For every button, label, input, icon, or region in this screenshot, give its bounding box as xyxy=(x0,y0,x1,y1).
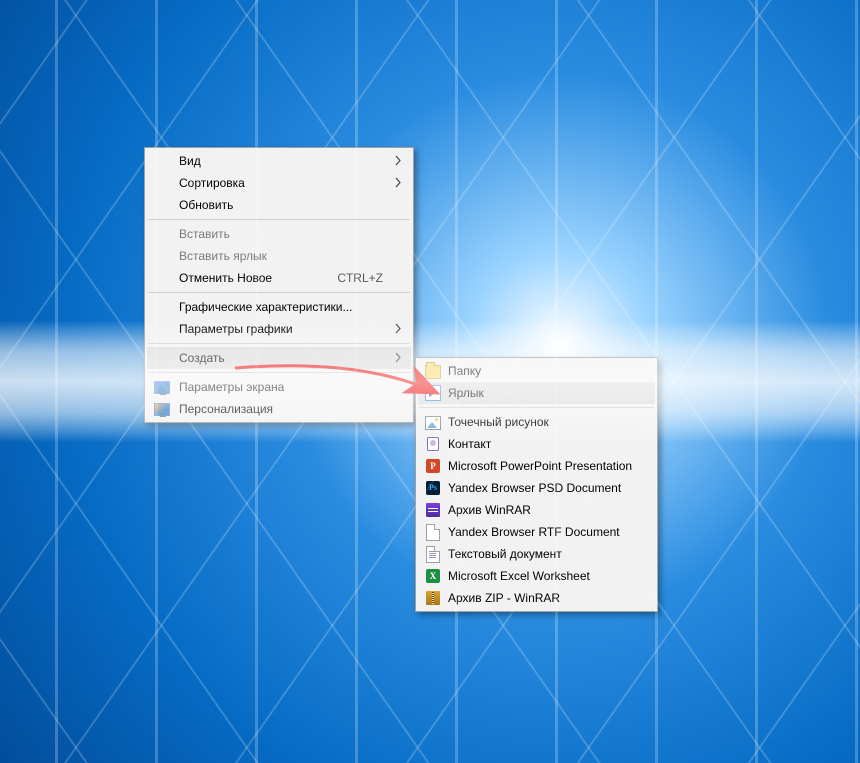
menu-item-label: Папку xyxy=(448,364,481,378)
contact-icon xyxy=(425,436,441,452)
submenu-item[interactable]: Текстовый документ xyxy=(418,543,655,565)
txt-icon xyxy=(425,546,441,562)
menu-item-label: Персонализация xyxy=(179,402,273,416)
menu-item-label: Microsoft PowerPoint Presentation xyxy=(448,459,632,473)
menu-item-label: Параметры графики xyxy=(179,322,293,336)
create-submenu: Папку Ярлык Точечный рисунок Контакт Microso… xyxy=(415,357,658,612)
contextMenu-item[interactable]: Отменить Новое CTRL+Z xyxy=(147,267,411,289)
submenu-item[interactable]: Архив WinRAR xyxy=(418,499,655,521)
menu-separator xyxy=(419,407,654,408)
submenu-item[interactable]: Папку xyxy=(418,360,655,382)
menu-item-label: Точечный рисунок xyxy=(448,415,549,429)
submenu-item[interactable]: Контакт xyxy=(418,433,655,455)
desktop-background[interactable]: Вид Сортировка Обновить Вставить Вставить яр… xyxy=(0,0,860,763)
ppt-icon xyxy=(425,458,441,474)
submenu-arrow-icon xyxy=(395,177,401,189)
contextMenu-item[interactable]: Параметры графики xyxy=(147,318,411,340)
submenu-item[interactable]: Ярлык xyxy=(418,382,655,404)
contextMenu-item[interactable]: Обновить xyxy=(147,194,411,216)
psd-icon xyxy=(425,480,441,496)
folder-icon xyxy=(425,363,441,379)
rar-icon xyxy=(425,502,441,518)
submenu-item[interactable]: Microsoft PowerPoint Presentation xyxy=(418,455,655,477)
contextMenu-item[interactable]: Сортировка xyxy=(147,172,411,194)
menu-item-label: Сортировка xyxy=(179,176,245,190)
submenu-item[interactable]: Microsoft Excel Worksheet xyxy=(418,565,655,587)
menu-item-label: Контакт xyxy=(448,437,491,451)
contextMenu-item[interactable]: Создать xyxy=(147,347,411,369)
menu-item-label: Microsoft Excel Worksheet xyxy=(448,569,590,583)
contextMenu-item[interactable]: Вид xyxy=(147,150,411,172)
menu-item-label: Вставить ярлык xyxy=(179,249,267,263)
submenu-arrow-icon xyxy=(395,323,401,335)
contextMenu-item: Вставить ярлык xyxy=(147,245,411,267)
menu-separator xyxy=(148,292,410,293)
menu-item-label: Создать xyxy=(179,351,225,365)
menu-item-shortcut: CTRL+Z xyxy=(337,271,383,285)
menu-item-label: Обновить xyxy=(179,198,233,212)
contextMenu-item[interactable]: Параметры экрана xyxy=(147,376,411,398)
menu-item-label: Архив ZIP - WinRAR xyxy=(448,591,560,605)
shortcut-icon xyxy=(425,385,441,401)
contextMenu-item[interactable]: Персонализация xyxy=(147,398,411,420)
menu-item-label: Вид xyxy=(179,154,201,168)
submenu-arrow-icon xyxy=(395,352,401,364)
submenu-item[interactable]: Архив ZIP - WinRAR xyxy=(418,587,655,609)
monitor-icon xyxy=(154,379,170,395)
xls-icon xyxy=(425,568,441,584)
submenu-item[interactable]: Yandex Browser PSD Document xyxy=(418,477,655,499)
menu-item-label: Ярлык xyxy=(448,386,484,400)
submenu-item[interactable]: Yandex Browser RTF Document xyxy=(418,521,655,543)
personalize-icon xyxy=(154,401,170,417)
menu-item-label: Yandex Browser RTF Document xyxy=(448,525,620,539)
menu-item-label: Вставить xyxy=(179,227,230,241)
submenu-arrow-icon xyxy=(395,155,401,167)
menu-item-label: Архив WinRAR xyxy=(448,503,531,517)
contextMenu-item: Вставить xyxy=(147,223,411,245)
menu-item-label: Текстовый документ xyxy=(448,547,562,561)
menu-item-label: Графические характеристики... xyxy=(179,300,352,314)
submenu-item[interactable]: Точечный рисунок xyxy=(418,411,655,433)
menu-separator xyxy=(148,219,410,220)
menu-separator xyxy=(148,372,410,373)
menu-item-label: Yandex Browser PSD Document xyxy=(448,481,621,495)
bmp-icon xyxy=(425,414,441,430)
zip-icon xyxy=(425,590,441,606)
menu-item-label: Параметры экрана xyxy=(179,380,284,394)
menu-item-label: Отменить Новое xyxy=(179,271,272,285)
desktop-context-menu: Вид Сортировка Обновить Вставить Вставить яр… xyxy=(144,147,414,423)
file-icon xyxy=(425,524,441,540)
menu-separator xyxy=(148,343,410,344)
contextMenu-item[interactable]: Графические характеристики... xyxy=(147,296,411,318)
